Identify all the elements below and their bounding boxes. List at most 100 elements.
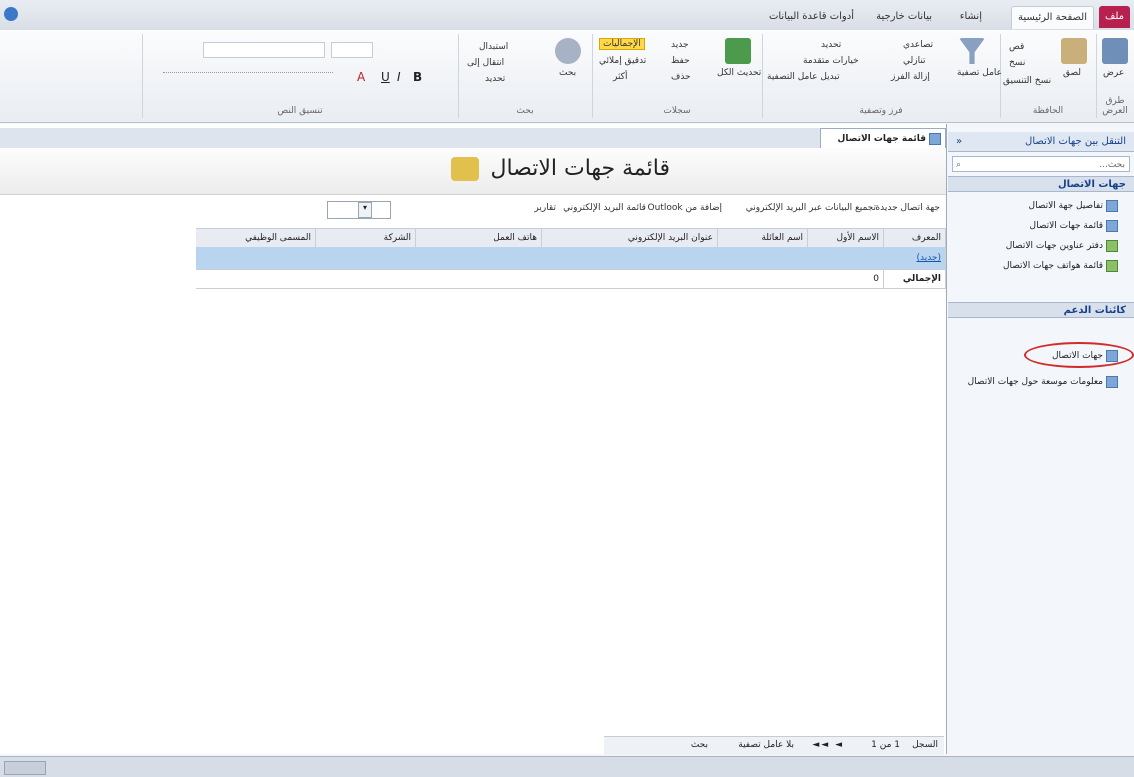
filter-icon[interactable] bbox=[959, 38, 985, 64]
add-from-outlook-link[interactable]: إضافة من Outlook bbox=[648, 203, 722, 213]
record-navigator: السجل 1 من 1 ◄ ◄◄ بلا عامل تصفية بحث bbox=[604, 736, 944, 755]
tab-database-tools[interactable]: أدوات قاعدة البيانات bbox=[763, 6, 860, 28]
underline-icon[interactable]: U bbox=[381, 70, 390, 84]
replace-button[interactable]: استبدال bbox=[479, 42, 508, 52]
nav-item-label: تفاصيل جهة الاتصال bbox=[1028, 201, 1103, 211]
group-records: تحديث الكل جديد حفظ حذف الإجماليات تدقيق… bbox=[592, 34, 761, 118]
nav-item-address-book[interactable]: دفتر عناوين جهات الاتصال bbox=[948, 236, 1134, 256]
search-icon[interactable]: ⌕ bbox=[956, 157, 961, 173]
collect-data-email-link[interactable]: تجميع البيانات عبر البريد الإلكتروني bbox=[746, 203, 876, 213]
nav-item-label: دفتر عناوين جهات الاتصال bbox=[1005, 241, 1103, 251]
reports-link[interactable]: تقارير bbox=[534, 203, 556, 213]
font-size-select[interactable] bbox=[331, 42, 373, 58]
col-last-name[interactable]: اسم العائلة bbox=[718, 229, 808, 247]
table-row[interactable]: (جديد) bbox=[196, 247, 946, 270]
cut-button[interactable]: قص bbox=[1009, 42, 1024, 52]
nav-item-label: معلومات موسعة حول جهات الاتصال bbox=[967, 377, 1103, 387]
totals-row: الإجمالي 0 bbox=[196, 270, 946, 289]
collapse-chevron-icon[interactable]: « bbox=[956, 132, 962, 152]
paste-button[interactable]: لصق bbox=[1063, 68, 1081, 78]
document-tab[interactable]: قائمة جهات الاتصال bbox=[820, 128, 946, 148]
sort-descending-button[interactable]: تنازلي bbox=[903, 56, 926, 66]
nav-item-phone-list[interactable]: قائمة هواتف جهات الاتصال bbox=[948, 256, 1134, 276]
col-work-phone[interactable]: هاتف العمل bbox=[416, 229, 542, 247]
form-title: قائمة جهات الاتصال bbox=[400, 156, 670, 188]
no-filter-indicator[interactable]: بلا عامل تصفية bbox=[738, 740, 794, 750]
total-label: الإجمالي bbox=[884, 270, 946, 288]
delete-record-button[interactable]: حذف bbox=[671, 72, 691, 82]
nav-item-contact-details[interactable]: تفاصيل جهة الاتصال bbox=[948, 196, 1134, 216]
nav-search-input[interactable]: بحث... ⌕ bbox=[952, 156, 1130, 172]
advanced-filter-button[interactable]: خيارات متقدمة bbox=[803, 56, 859, 66]
new-record-button[interactable]: جديد bbox=[671, 40, 689, 50]
contacts-datasheet: المعرف الاسم الأول اسم العائلة عنوان الب… bbox=[196, 228, 946, 290]
col-first-name[interactable]: الاسم الأول bbox=[808, 229, 884, 247]
form-icon bbox=[929, 132, 941, 145]
select-button[interactable]: تحديد bbox=[485, 74, 505, 84]
record-nav-arrows-icon[interactable]: ◄ ◄◄ bbox=[812, 740, 844, 750]
bold-icon[interactable]: B bbox=[413, 70, 422, 84]
nav-item-contact-list[interactable]: قائمة جهات الاتصال bbox=[948, 216, 1134, 236]
refresh-icon[interactable] bbox=[725, 38, 751, 64]
copy-button[interactable]: نسخ bbox=[1009, 58, 1025, 68]
record-position[interactable]: 1 من 1 bbox=[871, 740, 900, 750]
group-label-find: بحث bbox=[516, 106, 534, 116]
sort-ascending-button[interactable]: تصاعدي bbox=[903, 40, 933, 50]
totals-button[interactable]: الإجماليات bbox=[599, 38, 645, 50]
view-icon[interactable] bbox=[1102, 38, 1128, 64]
contacts-logo-icon bbox=[451, 157, 480, 181]
group-find: بحث استبدال انتقال إلى تحديد بحث bbox=[458, 34, 591, 118]
goto-button[interactable]: انتقال إلى bbox=[467, 58, 504, 68]
filter-button[interactable]: عامل تصفية bbox=[957, 68, 1002, 78]
nav-item-label: قائمة هواتف جهات الاتصال bbox=[1002, 261, 1103, 271]
col-job-title[interactable]: المسمى الوظيفي bbox=[196, 229, 316, 247]
total-value: 0 bbox=[808, 270, 884, 288]
nav-group-support-objects[interactable]: كائنات الدعم bbox=[948, 302, 1134, 318]
col-email[interactable]: عنوان البريد الإلكتروني bbox=[542, 229, 718, 247]
tab-file[interactable]: ملف bbox=[1098, 6, 1130, 28]
refresh-all-button[interactable]: تحديث الكل bbox=[717, 68, 761, 78]
font-name-select[interactable] bbox=[203, 42, 325, 58]
nav-pane-title: التنقل بين جهات الاتصال bbox=[1025, 136, 1126, 147]
email-list-link[interactable]: قائمة البريد الإلكتروني bbox=[563, 203, 646, 213]
view-button[interactable]: عرض bbox=[1103, 68, 1124, 78]
remove-sort-button[interactable]: إزالة الفرز bbox=[891, 72, 930, 82]
paste-icon[interactable] bbox=[1061, 38, 1087, 64]
group-views: عرض طرق العرض bbox=[1096, 34, 1133, 118]
col-id[interactable]: المعرف bbox=[884, 229, 946, 247]
form-icon bbox=[1106, 199, 1118, 212]
toggle-filter-button[interactable]: تبديل عامل التصفية bbox=[767, 72, 840, 82]
form-toolbar: جهة اتصال جديدة تجميع البيانات عبر البري… bbox=[0, 198, 946, 222]
tab-external-data[interactable]: بيانات خارجية bbox=[870, 6, 938, 28]
record-search[interactable]: بحث bbox=[691, 740, 708, 750]
alignment-controls[interactable] bbox=[163, 72, 333, 83]
format-painter-button[interactable]: نسخ التنسيق bbox=[1003, 76, 1051, 86]
tab-home[interactable]: الصفحة الرئيسية bbox=[1011, 6, 1094, 29]
app-logo-icon bbox=[4, 7, 18, 21]
binoculars-icon[interactable] bbox=[555, 38, 581, 64]
find-button[interactable]: بحث bbox=[559, 68, 576, 78]
report-icon bbox=[1106, 239, 1118, 252]
save-record-button[interactable]: حفظ bbox=[671, 56, 690, 66]
nav-item-extended-info[interactable]: معلومات موسعة حول جهات الاتصال bbox=[948, 372, 1134, 392]
italic-icon[interactable]: I bbox=[397, 70, 401, 84]
dropdown-arrow-icon[interactable]: ▾ bbox=[358, 202, 372, 218]
form-title-label: قائمة جهات الاتصال bbox=[490, 156, 670, 181]
selection-button[interactable]: تحديد bbox=[821, 40, 841, 50]
nav-group-contacts[interactable]: جهات الاتصال bbox=[948, 176, 1134, 192]
new-contact-link[interactable]: جهة اتصال جديدة bbox=[875, 203, 940, 213]
new-record-cell[interactable]: (جديد) bbox=[884, 247, 946, 269]
ribbon-tab-strip: ملف الصفحة الرئيسية إنشاء بيانات خارجية … bbox=[0, 0, 1134, 31]
nav-item-label: قائمة جهات الاتصال bbox=[1029, 221, 1103, 231]
col-company[interactable]: الشركة bbox=[316, 229, 416, 247]
query-icon bbox=[1106, 375, 1118, 388]
view-switcher-icon[interactable] bbox=[4, 761, 46, 775]
nav-pane-header[interactable]: التنقل بين جهات الاتصال « bbox=[948, 132, 1134, 152]
tab-create[interactable]: إنشاء bbox=[954, 6, 988, 28]
group-label-text-formatting: تنسيق النص bbox=[277, 106, 323, 116]
report-icon bbox=[1106, 259, 1118, 272]
font-color-icon[interactable]: A bbox=[357, 70, 365, 84]
highlight-circle bbox=[1024, 342, 1134, 368]
more-button[interactable]: أكثر bbox=[613, 72, 627, 82]
spelling-button[interactable]: تدقيق إملائي bbox=[599, 56, 646, 66]
